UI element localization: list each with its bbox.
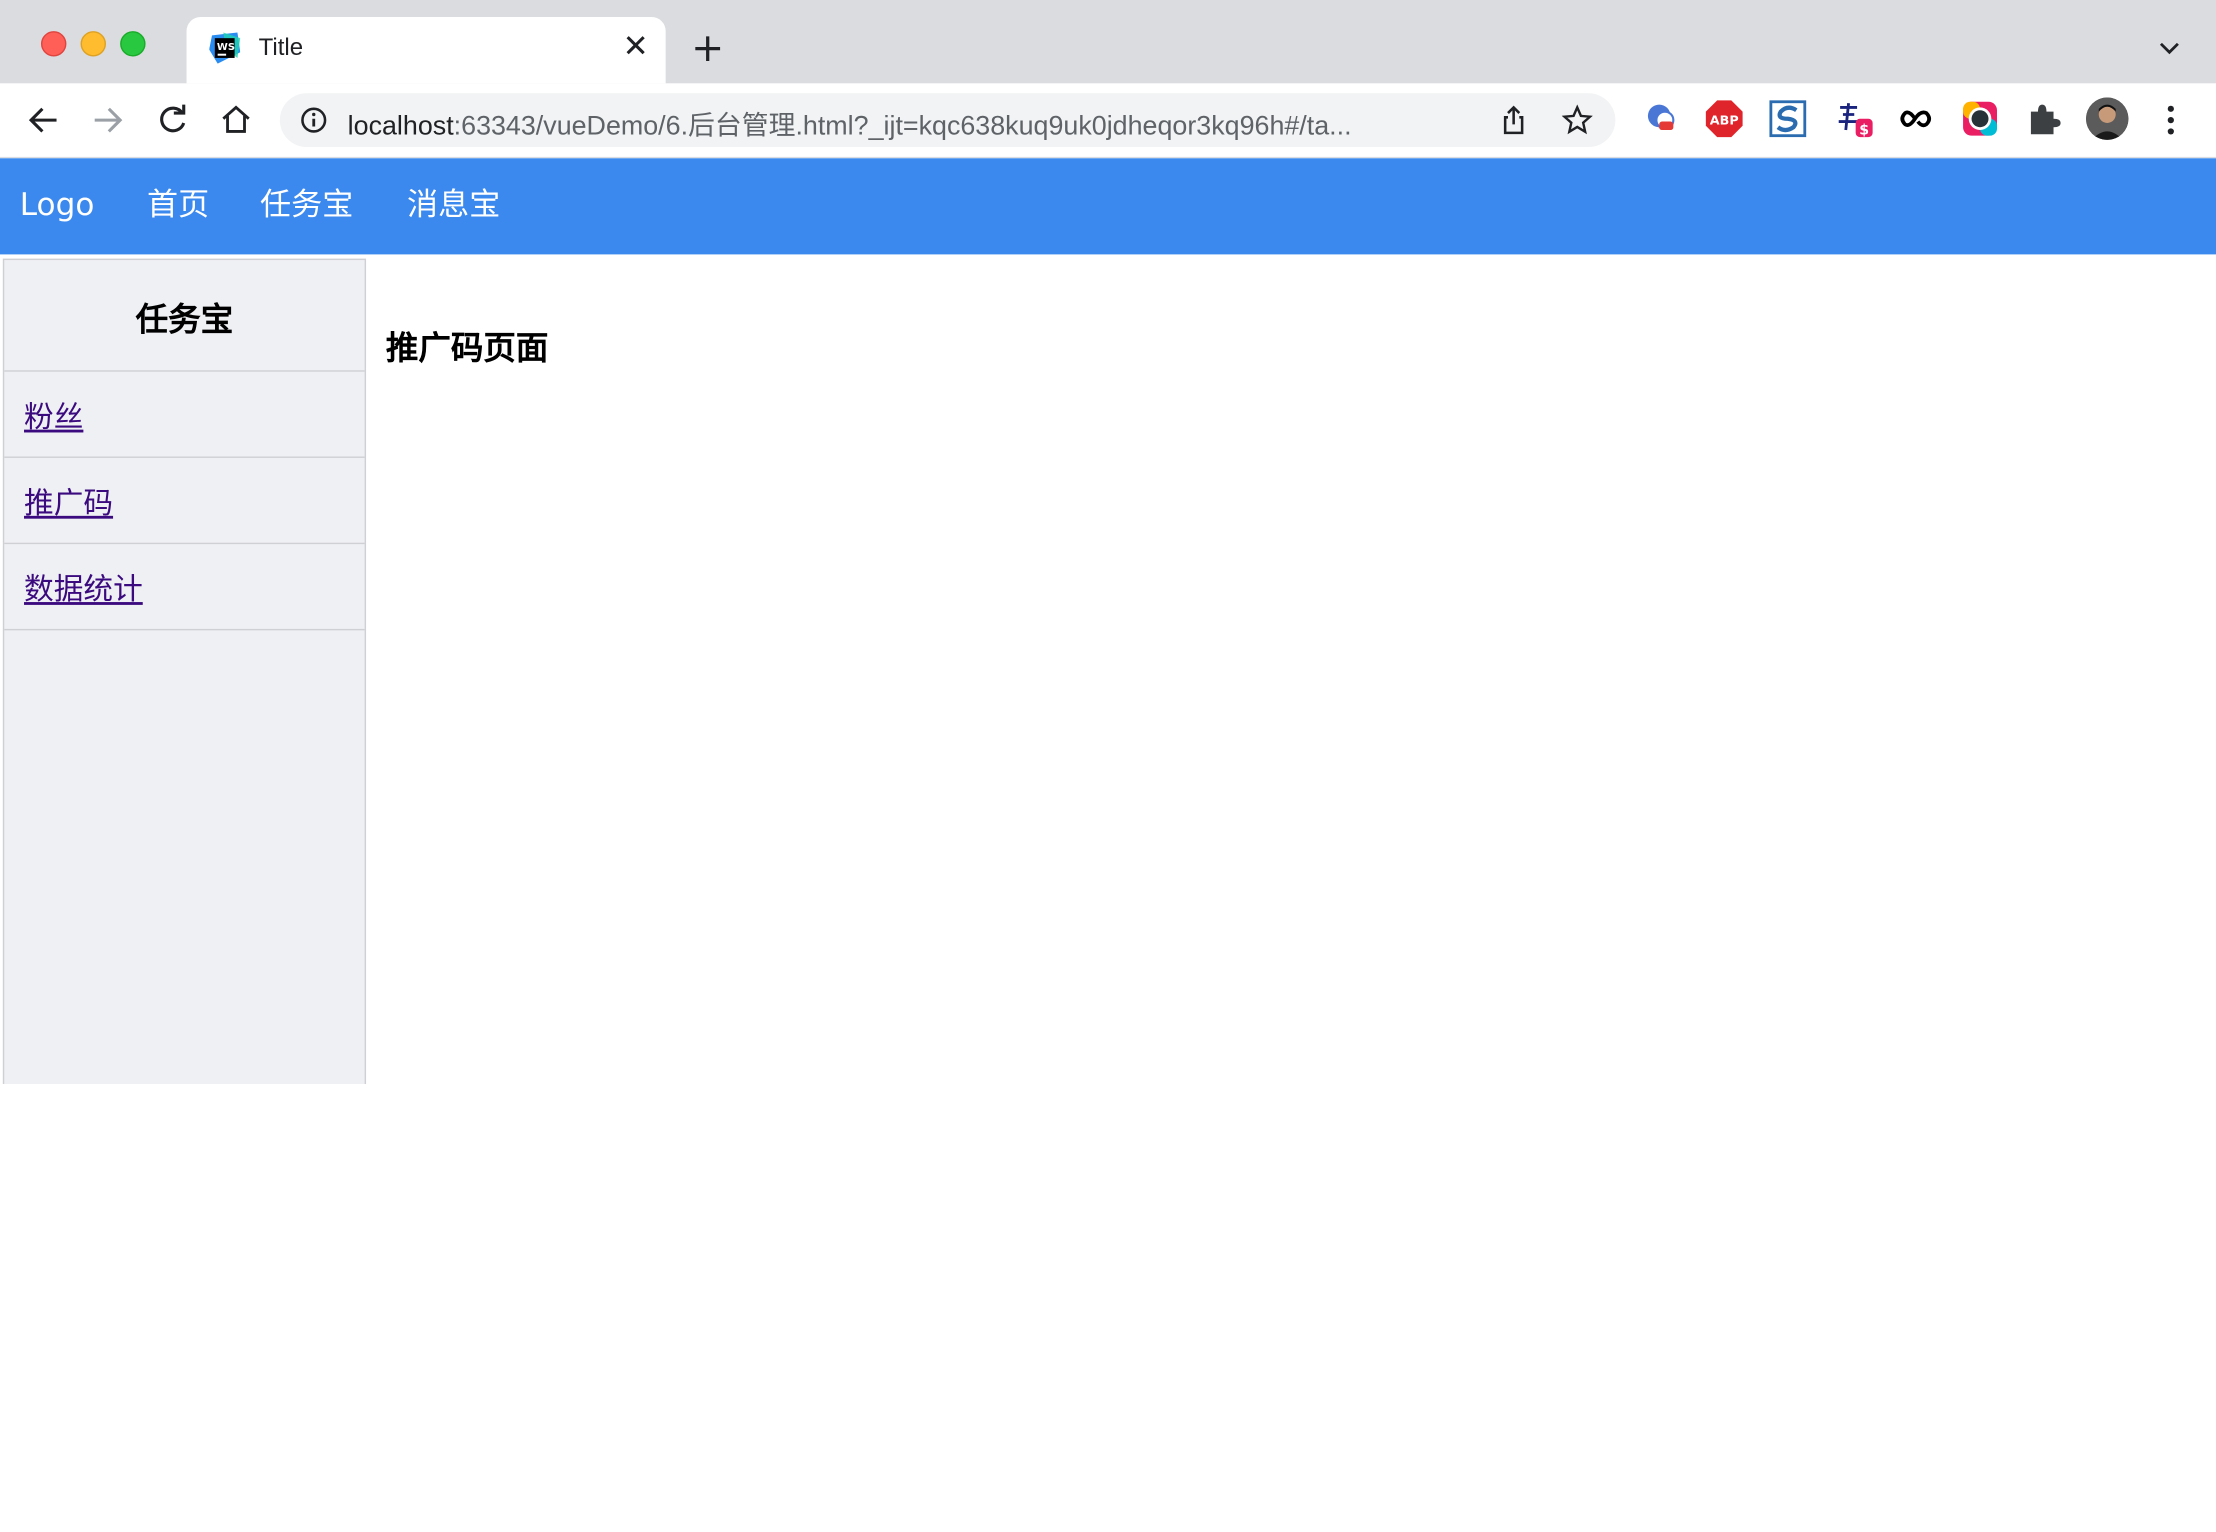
sidebar: 任务宝 粉丝 推广码 数据统计 [2,258,367,1085]
back-arrow-icon[interactable] [25,102,62,139]
profile-avatar[interactable] [2086,97,2129,140]
sidebar-item-fans: 粉丝 [4,372,365,458]
nav-item-message[interactable]: 消息宝 [407,185,500,227]
url-path: :63343/vueDemo/6.后台管理.html?_ijt=kqc638ku… [453,111,1352,142]
nav-item-task[interactable]: 任务宝 [260,185,353,227]
tab-strip: WS Title ✕ + [0,0,2216,84]
adblock-plus-icon[interactable]: ABP [1704,99,1744,139]
page-title: 推广码页面 [385,330,549,368]
home-icon[interactable] [218,102,255,139]
nav-item-home[interactable]: 首页 [147,185,209,227]
sidebar-item-statistics: 数据统计 [4,544,365,631]
extension-translate-icon[interactable] [1642,99,1682,139]
page-viewport: Logo 首页 任务宝 消息宝 任务宝 粉丝 推广码 数据统计 推广码页面 [0,158,2216,1085]
sidebar-link-promo-code[interactable]: 推广码 [24,481,113,523]
url-host: localhost [347,111,454,142]
profile-photo-icon [2086,97,2129,140]
top-navbar: Logo 首页 任务宝 消息宝 [0,158,2216,255]
reload-icon[interactable] [154,102,191,139]
browser-menu-icon[interactable] [2157,102,2185,139]
sidebar-link-fans[interactable]: 粉丝 [24,394,83,436]
extension-link-icon[interactable] [1897,99,1937,139]
nav-logo[interactable]: Logo [20,185,95,227]
forward-arrow-icon[interactable] [89,102,126,139]
bookmark-star-icon[interactable] [1561,104,1593,136]
url-text[interactable]: localhost:63343/vueDemo/6.后台管理.html?_ijt… [348,105,1352,143]
extension-color-ring-icon[interactable] [1960,99,2000,139]
extension-dollar-badge-icon[interactable]: $ [1834,99,1874,139]
extensions-puzzle-icon[interactable] [2024,99,2064,139]
sidebar-title: 任务宝 [135,302,234,340]
svg-text:WS: WS [217,42,235,53]
svg-text:ABP: ABP [1710,112,1739,127]
webstorm-favicon-icon: WS [209,32,241,64]
sidebar-header: 任务宝 [4,260,365,372]
browser-tab-active[interactable]: WS Title ✕ [186,16,666,84]
browser-toolbar: localhost:63343/vueDemo/6.后台管理.html?_ijt… [0,83,2216,159]
svg-text:$: $ [1859,122,1869,138]
tab-search-chevron-icon[interactable] [2155,34,2183,62]
window-minimize-button[interactable] [80,31,106,57]
window-close-button[interactable] [40,31,67,57]
sidebar-item-promo-code: 推广码 [4,458,365,545]
tab-close-icon[interactable]: ✕ [623,30,649,67]
sidebar-link-statistics[interactable]: 数据统计 [24,567,143,609]
window-maximize-button[interactable] [120,31,146,57]
new-tab-button[interactable]: + [691,26,724,69]
share-icon[interactable] [1498,105,1529,136]
address-bar[interactable]: localhost:63343/vueDemo/6.后台管理.html?_ijt… [279,93,1616,147]
site-info-icon[interactable] [300,106,328,134]
tab-title: Title [258,33,304,61]
extension-s-icon[interactable] [1768,99,1808,139]
